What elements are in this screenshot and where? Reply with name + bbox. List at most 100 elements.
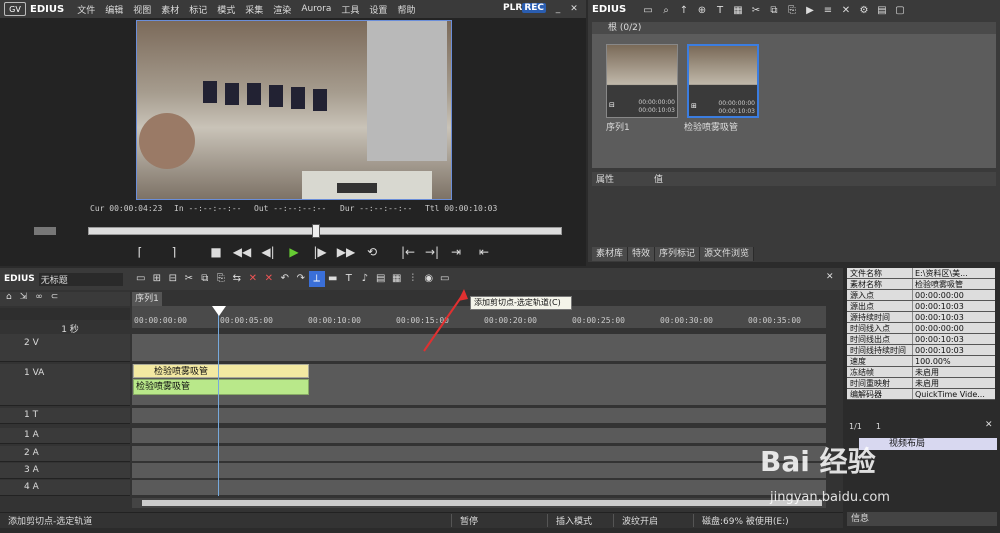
timeline-clip-video[interactable]: 检验喷雾吸管 [133,364,309,378]
add-cut-point-icon[interactable]: ⟂ [308,271,325,287]
jog-handle[interactable] [34,227,56,235]
playhead[interactable] [218,306,219,496]
menu-tools[interactable]: 工具 [336,3,364,16]
timeline-clip-audio[interactable]: 检验喷雾吸管 [133,379,309,395]
tab-effects[interactable]: 特效 [628,247,656,261]
mixer-icon[interactable]: ⫶ [405,271,421,287]
close-timeline-icon[interactable]: ✕ [826,272,834,282]
open-icon[interactable]: ⊞ [149,271,165,287]
tab-source-browser[interactable]: 源文件浏览 [700,247,755,261]
cut-icon[interactable]: ✂ [181,271,197,287]
track-header-4a[interactable]: 4 A [0,480,130,496]
set-in-icon[interactable]: ⌈ [130,242,150,262]
paste-icon[interactable]: ⎘ [784,3,800,19]
track-header-1a[interactable]: 1 A [0,428,130,444]
zoom-slider[interactable] [0,308,130,320]
player-icon[interactable]: ▶ [802,3,818,19]
next-edit-icon[interactable]: →| [422,242,442,262]
track-4a[interactable] [132,480,826,496]
menu-render[interactable]: 渲染 [268,3,296,16]
close-icon[interactable]: ✕ [568,3,580,15]
track-header-2v[interactable]: 2 V [0,334,130,362]
ripple-delete-icon[interactable]: ✕ [261,271,277,287]
timeline-icon[interactable]: ≡ [820,3,836,19]
set-out-icon[interactable]: ⌉ [164,242,184,262]
tab-sequence[interactable]: 序列1 [132,292,162,306]
close-info-icon[interactable]: ✕ [985,420,993,430]
overwrite-icon[interactable]: ⇤ [474,242,494,262]
track-mode-icon[interactable]: ⌂ [6,292,12,306]
seek-bar[interactable] [88,227,562,235]
title-icon[interactable]: T [712,3,728,19]
play-icon[interactable]: ▶ [284,242,304,262]
track-1t[interactable] [132,408,826,424]
film-icon[interactable]: ▬ [325,271,341,287]
up-icon[interactable]: ↑ [676,3,692,19]
video-layout-item[interactable]: 视频布局 [859,438,997,450]
loop-icon[interactable]: ⟲ [362,242,382,262]
track-header-2a[interactable]: 2 A [0,446,130,462]
timeline-scrollbar[interactable] [132,498,826,508]
minimize-icon[interactable]: _ [552,3,564,15]
sync-icon[interactable]: ∞ [35,292,43,306]
track-3a[interactable] [132,463,826,479]
menu-file[interactable]: 文件 [72,3,100,16]
playhead-handle[interactable] [212,306,226,316]
rewind-icon[interactable]: ◀◀ [232,242,252,262]
clip-thumb-sequence[interactable]: ⊟ 00:00:00:00 00:00:10:03 [606,44,678,118]
menu-view[interactable]: 视图 [128,3,156,16]
menu-aurora[interactable]: Aurora [296,4,336,14]
menu-edit[interactable]: 编辑 [100,3,128,16]
track-2a[interactable] [132,446,826,462]
properties-icon[interactable]: ⚙ [856,3,872,19]
menu-clip[interactable]: 素材 [156,3,184,16]
player-scrubber[interactable] [6,224,578,238]
copy-icon[interactable]: ⧉ [197,271,213,287]
mic-icon[interactable]: ♪ [357,271,373,287]
menu-marker[interactable]: 标记 [184,3,212,16]
new-icon[interactable]: ▭ [133,271,149,287]
tab-bin[interactable]: 素材库 [592,247,629,261]
plr-rec-toggle[interactable]: PLR REC [503,3,546,13]
link-icon[interactable]: ⊂ [51,292,59,306]
scroll-thumb[interactable] [142,500,822,506]
copy-icon[interactable]: ⧉ [766,3,782,19]
redo-icon[interactable]: ↷ [293,271,309,287]
step-back-icon[interactable]: ◀| [258,242,278,262]
save-icon[interactable]: ⊟ [165,271,181,287]
track-header-1t[interactable]: 1 T [0,408,130,424]
search-icon[interactable]: ⌕ [658,3,674,19]
render-icon[interactable]: ▤ [373,271,389,287]
track-1a[interactable] [132,428,826,444]
track-header-3a[interactable]: 3 A [0,463,130,479]
folder-icon[interactable]: ▭ [640,3,656,19]
track-header-1va[interactable]: 1 VA [0,364,130,406]
prev-edit-icon[interactable]: |← [398,242,418,262]
ripple-icon[interactable]: ⇲ [20,292,28,306]
seek-handle[interactable] [312,224,320,238]
fast-forward-icon[interactable]: ▶▶ [336,242,356,262]
grid-icon[interactable]: ▦ [389,271,405,287]
menu-mode[interactable]: 模式 [212,3,240,16]
clip-thumb-video[interactable]: ⊞ 00:00:00:00 00:00:10:03 [687,44,759,118]
replace-icon[interactable]: ⇆ [229,271,245,287]
title-icon[interactable]: T [341,271,357,287]
tab-sequence-markers[interactable]: 序列标记 [655,247,701,261]
undo-icon[interactable]: ↶ [277,271,293,287]
menu-help[interactable]: 帮助 [392,3,420,16]
insert-icon[interactable]: ⇥ [446,242,466,262]
cut-icon[interactable]: ✂ [748,3,764,19]
info-tab[interactable]: 信息 [847,512,997,526]
menu-capture[interactable]: 采集 [240,3,268,16]
track-2v[interactable] [132,334,826,362]
delete-icon[interactable]: ✕ [245,271,261,287]
menu-settings[interactable]: 设置 [364,3,392,16]
stop-icon[interactable]: ■ [206,242,226,262]
delete-icon[interactable]: ✕ [838,3,854,19]
add-clip-icon[interactable]: ⊕ [694,3,710,19]
paste-icon[interactable]: ⎘ [213,271,229,287]
color-bar-icon[interactable]: ▦ [730,3,746,19]
step-forward-icon[interactable]: |▶ [310,242,330,262]
window-icon[interactable]: ▢ [892,3,908,19]
view-icon[interactable]: ▤ [874,3,890,19]
